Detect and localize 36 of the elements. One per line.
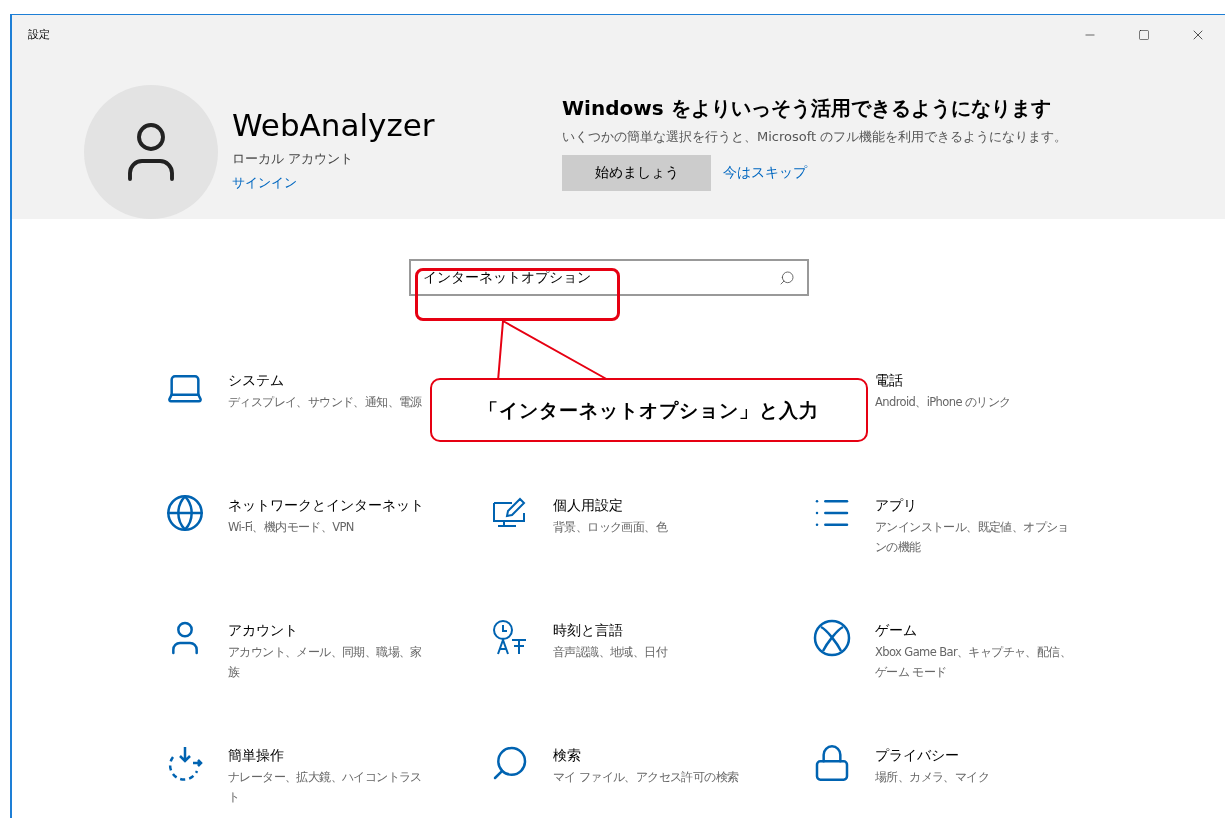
category-title[interactable]: ゲーム — [875, 618, 917, 642]
category-title[interactable]: システム — [228, 368, 284, 392]
window-title: 設定 — [28, 26, 50, 43]
account-type: ローカル アカウント — [232, 150, 355, 168]
search-field[interactable]: インターネットオプション — [408, 259, 809, 296]
get-started-button[interactable]: 始めましょう — [562, 154, 711, 191]
category-description: マイ ファイル、アクセス許可の検索 — [553, 769, 739, 786]
category-description: ナレーター、拡大鏡、ハイコントラスト — [228, 769, 423, 806]
category-description: ディスプレイ、サウンド、通知、電源 — [228, 394, 422, 411]
category-title[interactable]: ネットワークとインターネット — [228, 493, 424, 517]
category-title[interactable]: 時刻と言語 — [553, 618, 623, 642]
category-title[interactable]: 検索 — [553, 743, 581, 767]
maximize-icon — [1138, 29, 1150, 41]
search-icon — [778, 269, 795, 286]
category-description: 音声認識、地域、日付 — [553, 644, 667, 661]
promo-text: いくつかの簡単な選択を行うと、Microsoft のフル機能を利用できるようになります。 — [562, 128, 1068, 146]
globe-icon — [165, 493, 205, 533]
sign-in-link[interactable]: サインイン — [232, 172, 562, 192]
category-title[interactable]: アプリ — [875, 493, 917, 517]
callout-box: 「インターネットオプション」と入力 — [430, 378, 868, 442]
category-title[interactable]: 電話 — [875, 368, 903, 392]
xbox-icon — [812, 618, 852, 658]
account-name: WebAnalyzer — [232, 106, 436, 145]
category-description: アカウント、メール、同期、職場、家族 — [228, 644, 423, 681]
category-description: Android、iPhone のリンク — [875, 394, 1011, 411]
category-description: Wi-Fi、機内モード、VPN — [228, 519, 354, 536]
category-description: アンインストール、既定値、オプションの機能 — [875, 519, 1070, 556]
category-title[interactable]: プライバシー — [875, 743, 959, 767]
category-title[interactable]: アカウント — [228, 618, 298, 642]
category-description: 場所、カメラ、マイク — [875, 769, 989, 786]
category-description: 背景、ロック画面、色 — [553, 519, 667, 536]
category-title[interactable]: 簡単操作 — [228, 743, 284, 767]
category-title[interactable]: 個人用設定 — [553, 493, 623, 517]
promo-title: Windows をよりいっそう活用できるようになります — [562, 95, 1052, 122]
skip-link[interactable]: 今はスキップ — [723, 162, 807, 183]
category-description: Xbox Game Bar、キャプチャ、配信、ゲーム モード — [875, 644, 1073, 681]
